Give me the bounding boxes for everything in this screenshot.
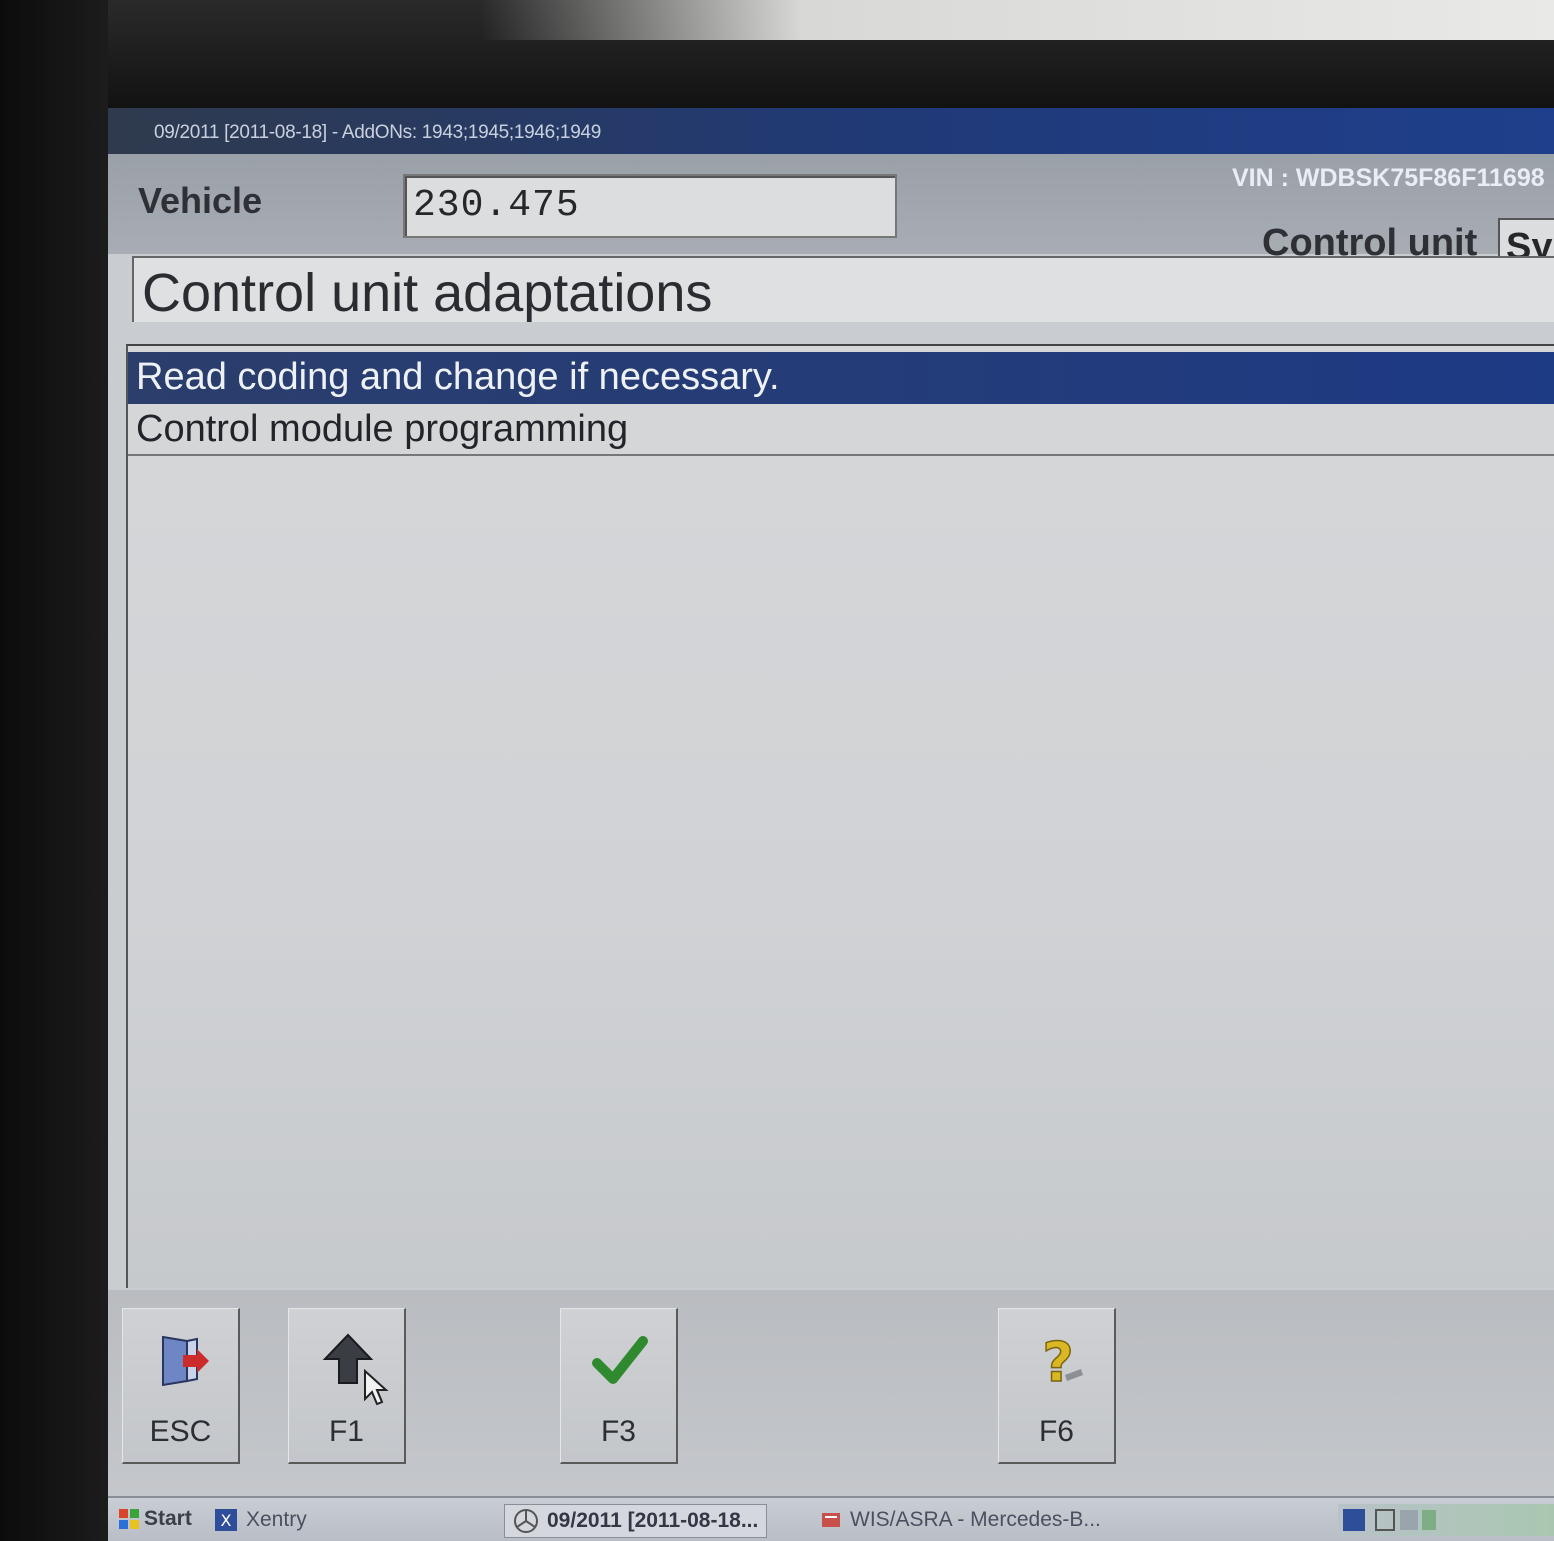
application-screen: 09/2011 [2011-08-18] - AddONs: 1943;1945… — [108, 108, 1554, 1541]
wis-app-icon — [822, 1513, 840, 1527]
mouse-cursor-icon — [364, 1369, 389, 1406]
list-item-read-coding[interactable]: Read coding and change if necessary. — [128, 352, 1554, 404]
exit-door-icon — [162, 1335, 209, 1387]
window-title: 09/2011 [2011-08-18] - AddONs: 1943;1945… — [154, 122, 601, 143]
start-label: Start — [144, 1507, 192, 1530]
window-title-bar: 09/2011 [2011-08-18] - AddONs: 1943;1945… — [108, 108, 1554, 154]
vin-text: VIN : WDBSK75F86F11698 — [1232, 164, 1545, 192]
start-button[interactable]: Start — [112, 1504, 198, 1534]
f1-label: F1 — [328, 1415, 364, 1448]
vehicle-label: Vehicle — [138, 180, 263, 221]
taskbar-item-diagnosis[interactable]: 09/2011 [2011-08-18... — [504, 1504, 768, 1538]
xentry-app-icon: X — [215, 1509, 237, 1531]
monitor-bezel-left — [0, 0, 108, 1541]
windows-logo-icon — [119, 1509, 139, 1529]
f6-label: F6 — [1038, 1415, 1074, 1448]
taskbar-item-xentry[interactable]: X Xentry — [214, 1504, 307, 1536]
f6-button[interactable]: ? F6 — [998, 1308, 1116, 1464]
list-item-module-programming[interactable]: Control module programming — [128, 404, 1554, 456]
taskbar-item-label: WIS/ASRA - Mercedes-B... — [850, 1508, 1101, 1531]
esc-button[interactable]: ESC — [122, 1308, 240, 1464]
page-title-box: Control unit adaptations — [132, 256, 1554, 323]
taskbar: Start X Xentry 09/2011 [2011-08-18... WI… — [108, 1496, 1554, 1541]
language-indicator-icon[interactable] — [1342, 1508, 1366, 1532]
f3-button[interactable]: F3 — [560, 1308, 678, 1464]
function-key-bar: ESC F1 F3 ? F6 — [108, 1290, 1554, 1496]
background-glare — [480, 0, 1554, 40]
monitor-bezel-top — [0, 0, 1554, 108]
vehicle-value: 230.475 — [413, 184, 580, 227]
mercedes-star-icon — [514, 1509, 538, 1533]
list-item-label: Read coding and change if necessary. — [136, 356, 780, 398]
system-tray — [1338, 1504, 1554, 1536]
list-item-label: Control module programming — [136, 408, 629, 450]
vehicle-header: Vehicle 230.475 VIN : WDBSK75F86F11698 C… — [108, 154, 1554, 284]
taskbar-item-label: Xentry — [246, 1508, 307, 1531]
vehicle-field: 230.475 — [403, 174, 897, 238]
taskbar-item-label: 09/2011 [2011-08-18... — [547, 1509, 759, 1532]
help-question-icon: ? — [1042, 1331, 1083, 1389]
f1-button[interactable]: F1 — [288, 1308, 406, 1464]
svg-text:?: ? — [1042, 1331, 1073, 1389]
esc-label: ESC — [149, 1415, 212, 1448]
taskbar-item-wis[interactable]: WIS/ASRA - Mercedes-B... — [820, 1504, 1101, 1536]
checkmark-icon — [592, 1336, 648, 1384]
f3-label: F3 — [600, 1415, 636, 1448]
svg-text:X: X — [221, 1511, 232, 1530]
tray-icons[interactable] — [1374, 1506, 1438, 1534]
menu-list: Read coding and change if necessary. Con… — [126, 344, 1554, 1288]
page-title: Control unit adaptations — [142, 263, 713, 323]
